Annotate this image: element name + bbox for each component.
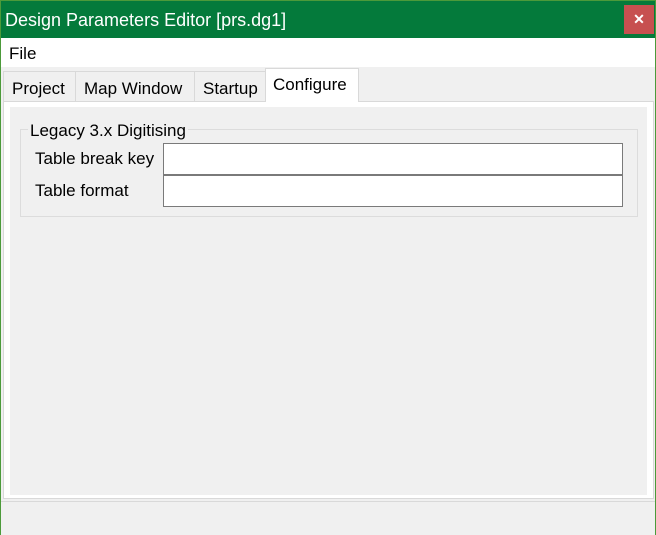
title-bar: Design Parameters Editor [prs.dg1] [1,1,655,38]
menu-file[interactable]: File [9,44,36,64]
table-format-label: Table format [35,181,129,200]
close-icon: ✕ [633,11,645,27]
table-format-input[interactable] [163,175,623,207]
tab-startup[interactable]: Startup [194,71,266,102]
status-bar [1,501,655,535]
group-title: Legacy 3.x Digitising [28,121,188,141]
tab-project[interactable]: Project [3,71,76,102]
menu-bar: File [1,38,655,67]
close-button[interactable]: ✕ [624,5,654,34]
window: Design Parameters Editor [prs.dg1] ✕ Fil… [0,0,656,535]
tab-map-window[interactable]: Map Window [75,71,195,102]
tab-configure[interactable]: Configure [265,68,359,102]
table-break-key-label: Table break key [35,149,155,168]
table-break-key-input[interactable] [163,143,623,175]
window-title: Design Parameters Editor [prs.dg1] [5,10,287,30]
